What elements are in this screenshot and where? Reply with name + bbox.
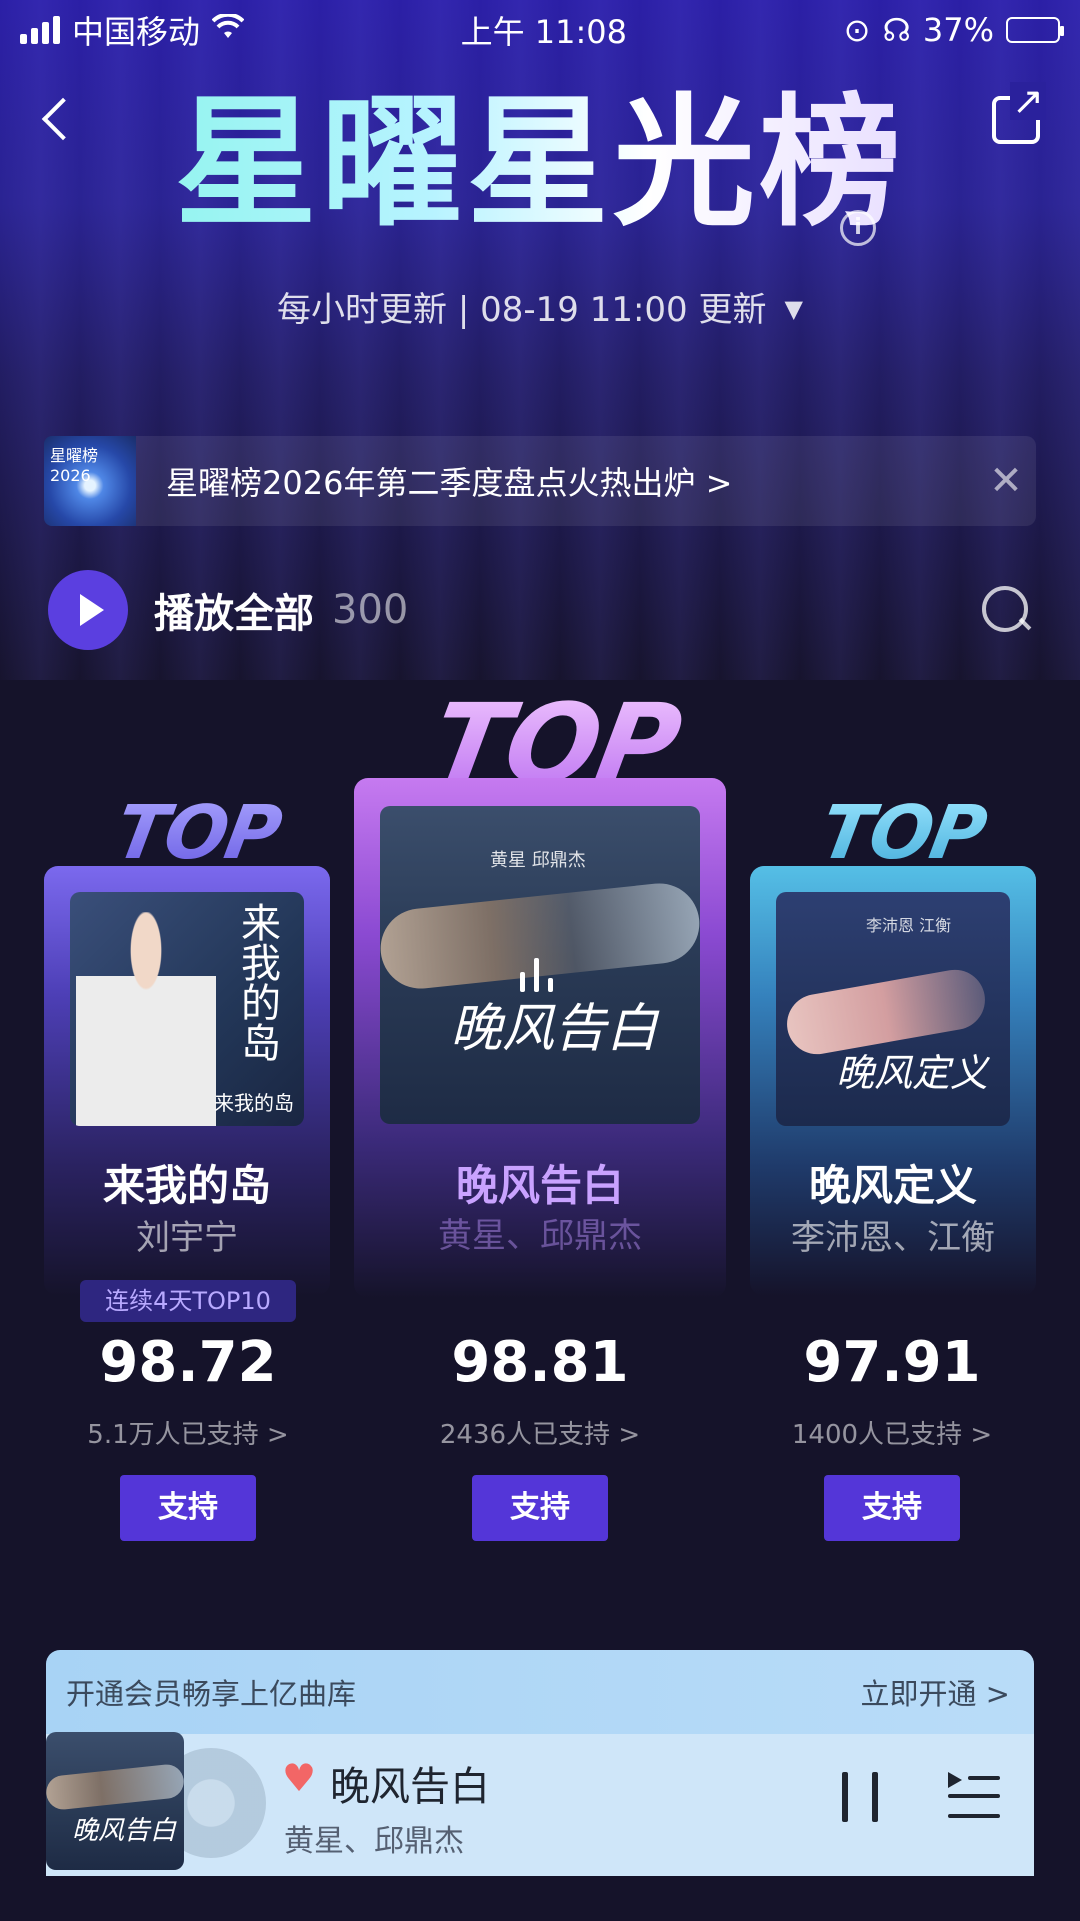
support-button-top3[interactable]: 支持 — [824, 1475, 960, 1541]
player-song-title: 晚风告白 — [330, 1764, 490, 1810]
play-all-count: 300 — [332, 587, 409, 633]
search-icon[interactable] — [980, 584, 1032, 636]
signal-icon — [20, 16, 60, 44]
update-info: 每小时更新 | 08-19 11:00 更新 — [277, 290, 767, 330]
artist-name: 李沛恩、江衡 — [791, 1218, 995, 1258]
update-selector[interactable]: 每小时更新 | 08-19 11:00 更新 ▼ — [0, 282, 1080, 331]
score-top2: 98.72 — [99, 1330, 277, 1395]
caret-down-icon: ▼ — [784, 295, 803, 323]
banner-thumb-text: 星曜榜 2026 — [50, 446, 99, 485]
artist-name: 刘宇宁 — [136, 1218, 238, 1258]
score-top3: 97.91 — [803, 1330, 981, 1395]
supporters-top2[interactable]: 5.1万人已支持 > — [38, 1414, 338, 1451]
support-button-top2[interactable]: 支持 — [120, 1475, 256, 1541]
score-top1: 98.81 — [451, 1330, 629, 1395]
play-all-label[interactable]: 播放全部 — [154, 581, 314, 639]
supporters-top3[interactable]: 1400人已支持 > — [742, 1414, 1042, 1451]
pause-button[interactable] — [842, 1772, 892, 1832]
support-button-top1[interactable]: 支持 — [472, 1475, 608, 1541]
info-icon[interactable]: i — [840, 210, 876, 246]
mini-player[interactable]: 晚风告白 ♥ 晚风告白 黄星、邱鼎杰 — [46, 1732, 1034, 1876]
rotation-lock-icon: ⊙ — [843, 11, 871, 49]
wifi-icon — [211, 12, 245, 48]
status-left: 中国移动 — [20, 7, 245, 53]
vip-text: 开通会员畅享上亿曲库 — [66, 1677, 357, 1711]
player-cover-title: 晚风告白 — [72, 1816, 177, 1846]
headphones-icon: ☊ — [882, 11, 911, 49]
cover-signature: 来我的岛 — [214, 1091, 294, 1115]
status-time: 上午 11:08 — [460, 13, 628, 51]
vip-open-link[interactable]: 立即开通 > — [860, 1671, 1010, 1713]
cover-hands-art — [46, 1762, 184, 1812]
artist-name: 黄星、邱鼎杰 — [438, 1216, 642, 1256]
player-artist: 黄星、邱鼎杰 — [284, 1824, 464, 1859]
album-cover[interactable]: 黄星 邱鼎杰 晚风告白 — [380, 806, 700, 1124]
banner-text: 星曜榜2026年第二季度盘点火热出炉 > — [166, 464, 733, 502]
rank-card-top3[interactable]: 李沛恩 江衡 晚风定义 晚风定义 李沛恩、江衡 — [750, 866, 1036, 1296]
cover-signature: 黄星 邱鼎杰 — [490, 850, 586, 871]
carrier-label: 中国移动 — [72, 13, 201, 51]
cover-title: 晚风告白 — [450, 999, 659, 1059]
cover-title: 晚风定义 — [836, 1051, 989, 1095]
status-bar: 中国移动 上午 11:08 ⊙ ☊ 37% — [0, 0, 1080, 60]
battery-icon — [1006, 17, 1064, 43]
song-title: 来我的岛 — [102, 1161, 271, 1210]
page-title: 星曜星光榜 — [0, 85, 1080, 242]
status-right: ⊙ ☊ 37% — [843, 11, 1064, 49]
player-album-art[interactable]: 晚风告白 — [46, 1732, 184, 1870]
vip-promo-bar[interactable]: 开通会员畅享上亿曲库 立即开通 > — [46, 1650, 1034, 1734]
heart-icon[interactable]: ♥ — [282, 1756, 316, 1800]
banner-thumbnail: 星曜榜 2026 — [44, 436, 136, 526]
play-all-row: 播放全部 300 — [48, 568, 1032, 652]
promo-banner[interactable]: 星曜榜 2026 星曜榜2026年第二季度盘点火热出炉 > ✕ — [44, 436, 1036, 526]
cover-title: 来我的岛 — [234, 902, 280, 1062]
song-title: 晚风定义 — [808, 1161, 977, 1210]
battery-percent: 37% — [922, 11, 994, 49]
streak-badge: 连续4天TOP10 — [80, 1280, 296, 1322]
playlist-icon[interactable] — [948, 1772, 1000, 1824]
supporters-top1[interactable]: 2436人已支持 > — [390, 1414, 690, 1451]
play-all-button[interactable] — [48, 570, 128, 650]
cover-signature: 李沛恩 江衡 — [866, 916, 952, 935]
song-title: 晚风告白 — [455, 1161, 624, 1210]
close-icon[interactable]: ✕ — [976, 458, 1036, 504]
album-cover[interactable]: 李沛恩 江衡 晚风定义 — [776, 892, 1010, 1126]
album-cover[interactable]: 来我的岛 来我的岛 — [70, 892, 304, 1126]
rank-card-top1[interactable]: 黄星 邱鼎杰 晚风告白 晚风告白 黄星、邱鼎杰 — [354, 778, 726, 1298]
rank-card-top2[interactable]: 来我的岛 来我的岛 来我的岛 刘宇宁 — [44, 866, 330, 1296]
artist-photo — [76, 912, 216, 1126]
